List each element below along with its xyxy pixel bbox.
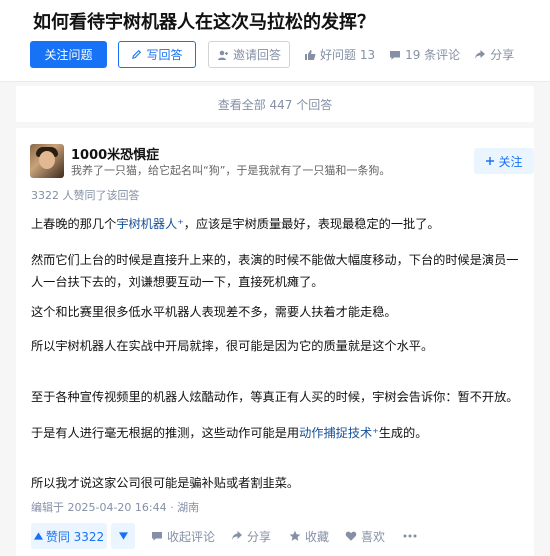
upvote-button[interactable]: 赞同 3322: [31, 523, 107, 549]
view-all-answers-link[interactable]: 查看全部 447 个回答: [16, 86, 534, 122]
follow-author-label: 关注: [498, 154, 523, 169]
author-name[interactable]: 1000米恐惧症: [71, 144, 159, 163]
paragraph-text: ，应该是宇树质量最好，表现最稳定的一批了。: [183, 217, 440, 231]
answer-card: 1000米恐惧症 我养了一只猫，给它起名叫“狗”，于是我就有了一只猫和一条狗。 …: [16, 128, 534, 556]
collapse-comments-button[interactable]: 收起评论: [151, 528, 215, 545]
invite-answer-label: 邀请回答: [232, 48, 281, 62]
question-share-label: 分享: [490, 48, 515, 62]
thumbs-up-icon: [304, 49, 316, 61]
share-icon: [474, 49, 486, 61]
paragraph-text: 上春晚的那几个: [31, 217, 117, 231]
heart-icon: [345, 530, 357, 542]
share-icon: [231, 530, 243, 542]
answer-share-button[interactable]: 分享: [231, 528, 271, 545]
invite-user-icon: [217, 49, 229, 61]
keyword-link[interactable]: 动作捕捉技术: [299, 426, 372, 440]
upvote-label: 赞同 3322: [45, 529, 105, 544]
like-label: 喜欢: [361, 529, 386, 544]
triangle-down-icon: [118, 532, 128, 540]
author-bio: 我养了一只猫，给它起名叫“狗”，于是我就有了一只猫和一条狗。: [71, 164, 391, 177]
paragraph-text: 生成的。: [378, 426, 428, 440]
comment-icon: [151, 530, 163, 542]
good-question-label: 好问题 13: [320, 48, 376, 62]
triangle-up-icon: [33, 532, 43, 540]
answer-paragraph: 上春晚的那几个宇树机器人⁺，应该是宇树质量最好，表现最稳定的一批了。: [31, 213, 526, 235]
question-share-button[interactable]: 分享: [474, 46, 514, 63]
favorite-button[interactable]: 收藏: [289, 528, 329, 545]
follow-author-button[interactable]: 关注: [474, 148, 534, 174]
plus-icon: [485, 156, 495, 166]
more-icon: [403, 534, 417, 538]
question-title: 如何看待宇树机器人在这次马拉松的发挥？: [33, 12, 375, 33]
write-answer-label: 写回答: [146, 48, 183, 62]
good-question-button[interactable]: 好问题 13: [304, 46, 375, 63]
answer-paragraph: 所以我才说这家公司很可能是骗补贴或者割韭菜。: [31, 476, 300, 490]
avatar[interactable]: [30, 144, 64, 178]
like-button[interactable]: 喜欢: [345, 528, 385, 545]
star-icon: [289, 530, 301, 542]
edit-timestamp: 编辑于 2025-04-20 16:44 · 湖南: [31, 501, 200, 514]
question-comments-label: 19 条评论: [405, 48, 461, 62]
answer-share-label: 分享: [247, 529, 272, 544]
answer-paragraph: 至于各种宣传视频里的机器人炫酷动作，等真正有人买的时候，宇树会告诉你：暂不开放。: [31, 390, 519, 404]
question-actions: 关注问题 写回答 邀请回答 好问题 13 19 条评论 分享: [30, 41, 514, 68]
answer-paragraph: 这个和比赛里很多低水平机器人表现差不多，需要人扶着才能走稳。: [31, 305, 397, 319]
answer-paragraph: 所以宇树机器人在实战中开局就摔，很可能是因为它的质量就是这个水平。: [31, 339, 434, 353]
more-options-button[interactable]: [403, 534, 417, 538]
pencil-icon: [131, 49, 142, 60]
answer-actions: 赞同 3322 收起评论 分享 收藏 喜欢: [31, 523, 417, 549]
answer-paragraph: 于是有人进行毫无根据的推测，这些动作可能是用动作捕捉技术⁺生成的。: [31, 422, 526, 444]
question-header: 如何看待宇树机器人在这次马拉松的发挥？ 关注问题 写回答 邀请回答 好问题 13…: [0, 0, 550, 82]
paragraph-text: 于是有人进行毫无根据的推测，这些动作可能是用: [31, 426, 300, 440]
question-comments-button[interactable]: 19 条评论: [389, 46, 460, 63]
upvote-note: 3322 人赞同了该回答: [31, 189, 140, 202]
comment-icon: [389, 49, 401, 61]
keyword-link[interactable]: 宇树机器人: [116, 217, 177, 231]
follow-question-button[interactable]: 关注问题: [30, 41, 107, 68]
invite-answer-button[interactable]: 邀请回答: [208, 41, 290, 68]
write-answer-button[interactable]: 写回答: [118, 41, 196, 68]
answer-paragraph: 然而它们上台的时候是直接升上来的，表演的时候不能做大幅度移动，下台的时候是演员一…: [31, 253, 519, 289]
collapse-comments-label: 收起评论: [167, 529, 216, 544]
downvote-button[interactable]: [111, 523, 135, 549]
favorite-label: 收藏: [305, 529, 330, 544]
